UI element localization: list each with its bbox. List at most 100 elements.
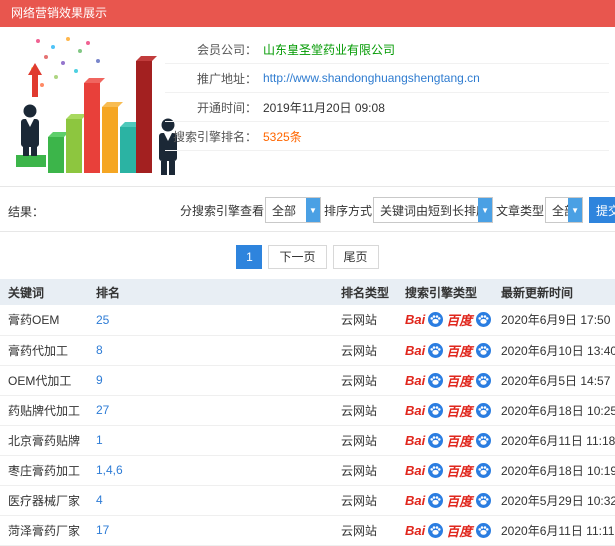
promotion-url-link[interactable]: http://www.shandonghuangshengtang.cn	[263, 71, 480, 85]
mobile-baidu-logo: 手机百度	[475, 402, 493, 419]
sort-filter-label: 排序方式	[324, 203, 373, 218]
mobile-baidu-logo: 手机百度	[475, 311, 493, 328]
member-info-list: 会员公司： 山东皇圣堂药业有限公司 推广地址： http://www.shand…	[165, 35, 609, 151]
result-label: 结果：	[8, 205, 45, 219]
sort-filter-select[interactable]: 关键词由短到长排序	[373, 197, 494, 223]
engine-filter-select[interactable]: 全部	[265, 197, 322, 223]
page-title-bar: 网络营销效果展示	[0, 0, 615, 27]
baidu-paw-icon	[428, 312, 444, 328]
rank-type-cell: 云网站	[333, 305, 397, 336]
page-title: 网络营销效果展示	[11, 6, 108, 20]
hero-section: 会员公司： 山东皇圣堂药业有限公司 推广地址： http://www.shand…	[0, 27, 615, 186]
baidu-logo: Bai 百度	[405, 432, 473, 449]
mobile-baidu-logo: 手机百度	[475, 432, 493, 449]
engine-cell: Bai百度 手机百度	[397, 455, 493, 486]
table-row: 北京膏药贴牌 1 云网站 Bai百度 手机百度 2020年6月11日 11:18	[0, 425, 615, 456]
baidu-paw-icon	[428, 402, 444, 418]
updated-cell: 2020年6月11日 11:18	[493, 425, 615, 456]
updated-cell: 2020年6月5日 14:57	[493, 365, 615, 396]
rank-cell[interactable]: 1	[88, 425, 333, 456]
filter-controls: 分搜索引擎查看 全部 排序方式 关键词由短到长排序 文章类型 全部 提交	[180, 196, 615, 224]
info-row-rank-count: 搜索引擎排名： 5325条	[165, 122, 609, 151]
up-arrow-icon	[28, 63, 42, 97]
rank-type-cell: 云网站	[333, 455, 397, 486]
table-row: 药贴牌代加工 27 云网站 Bai百度 手机百度 2020年6月18日 10:2…	[0, 395, 615, 426]
updated-cell: 2020年6月18日 10:25	[493, 395, 615, 426]
header-engine-type: 搜索引擎类型	[397, 279, 493, 305]
table-header-row: 关键词 排名 排名类型 搜索引擎类型 最新更新时间	[0, 279, 615, 305]
baidu-logo: Bai 百度	[405, 372, 473, 389]
mobile-baidu-logo: 手机百度	[475, 372, 493, 389]
mobile-baidu-logo: 手机百度	[475, 462, 493, 479]
baidu-logo: Bai 百度	[405, 402, 473, 419]
baidu-logo: Bai 百度	[405, 312, 473, 329]
rank-cell[interactable]: 9	[88, 365, 333, 396]
company-value: 山东皇圣堂药业有限公司	[263, 42, 396, 57]
open-time-label: 开通时间：	[196, 100, 257, 115]
table-row: 膏药代加工 8 云网站 Bai百度 手机百度 2020年6月10日 13:40	[0, 335, 615, 366]
header-rank: 排名	[88, 279, 333, 305]
keyword-cell: 枣庄膏药加工	[0, 455, 88, 486]
rank-cell[interactable]: 27	[88, 395, 333, 426]
businessman-left	[16, 104, 46, 167]
baidu-paw-icon	[428, 432, 444, 448]
rank-cell[interactable]: 8	[88, 335, 333, 366]
engine-cell: Bai百度 手机百度	[397, 365, 493, 396]
updated-cell: 2020年5月29日 10:32	[493, 485, 615, 516]
baidu-paw-icon	[475, 462, 491, 478]
mobile-baidu-logo: 手机百度	[475, 522, 493, 539]
rank-type-cell: 云网站	[333, 425, 397, 456]
rank-cell[interactable]: 4	[88, 485, 333, 516]
header-keyword: 关键词	[0, 279, 88, 305]
engine-cell: Bai百度 手机百度	[397, 485, 493, 516]
info-row-url: 推广地址： http://www.shandonghuangshengtang.…	[165, 64, 609, 93]
table-row: 枣庄膏药加工 1,4,6 云网站 Bai百度 手机百度 2020年6月18日 1…	[0, 455, 615, 486]
baidu-logo: Bai 百度	[405, 462, 473, 479]
rank-cell[interactable]: 25	[88, 305, 333, 336]
rank-cell[interactable]: 1,4,6	[88, 455, 333, 486]
engine-cell: Bai百度 手机百度	[397, 425, 493, 456]
baidu-logo: Bai 百度	[405, 342, 473, 359]
engine-cell: Bai百度 手机百度	[397, 305, 493, 336]
bar-chart-illustration	[16, 37, 177, 175]
url-label: 推广地址：	[196, 71, 257, 86]
next-page-button[interactable]: 下一页	[268, 245, 327, 269]
baidu-paw-icon	[475, 522, 491, 538]
keyword-rank-table: 关键词 排名 排名类型 搜索引擎类型 最新更新时间 膏药OEM 25 云网站 B…	[0, 279, 615, 546]
rank-count-label: 搜索引擎排名：	[172, 129, 257, 144]
updated-cell: 2020年6月18日 10:19	[493, 455, 615, 486]
page-number-current[interactable]: 1	[236, 245, 263, 269]
rank-type-cell: 云网站	[333, 485, 397, 516]
rank-type-cell: 云网站	[333, 395, 397, 426]
pagination: 1 下一页 尾页	[0, 245, 615, 269]
table-row: 膏药OEM 25 云网站 Bai百度 手机百度 2020年6月9日 17:50	[0, 305, 615, 336]
engine-cell: Bai百度 手机百度	[397, 335, 493, 366]
baidu-paw-icon	[428, 462, 444, 478]
article-type-label: 文章类型	[496, 203, 545, 218]
baidu-paw-icon	[428, 522, 444, 538]
baidu-paw-icon	[428, 372, 444, 388]
updated-cell: 2020年6月9日 17:50	[493, 305, 615, 336]
header-rank-type: 排名类型	[333, 279, 397, 305]
keyword-cell: OEM代加工	[0, 365, 88, 396]
info-row-time: 开通时间： 2019年11月20日 09:08	[165, 93, 609, 122]
table-row: 医疗器械厂家 4 云网站 Bai百度 手机百度 2020年5月29日 10:32	[0, 485, 615, 516]
baidu-paw-icon	[428, 342, 444, 358]
company-label: 会员公司：	[196, 42, 257, 57]
submit-button[interactable]: 提交	[589, 197, 615, 223]
engine-filter-label: 分搜索引擎查看	[180, 203, 265, 218]
updated-cell: 2020年6月10日 13:40	[493, 335, 615, 366]
mobile-baidu-logo: 手机百度	[475, 342, 493, 359]
engine-cell: Bai百度 手机百度	[397, 395, 493, 426]
keyword-cell: 膏药代加工	[0, 335, 88, 366]
baidu-paw-icon	[475, 312, 491, 328]
keyword-cell: 膏药OEM	[0, 305, 88, 336]
header-updated: 最新更新时间	[493, 279, 615, 305]
info-row-company: 会员公司： 山东皇圣堂药业有限公司	[165, 35, 609, 64]
rank-count-value: 5325条	[263, 129, 302, 144]
article-type-select[interactable]: 全部	[545, 197, 584, 223]
baidu-paw-icon	[475, 492, 491, 508]
baidu-paw-icon	[428, 492, 444, 508]
last-page-button[interactable]: 尾页	[332, 245, 379, 269]
keyword-cell: 北京膏药贴牌	[0, 425, 88, 456]
